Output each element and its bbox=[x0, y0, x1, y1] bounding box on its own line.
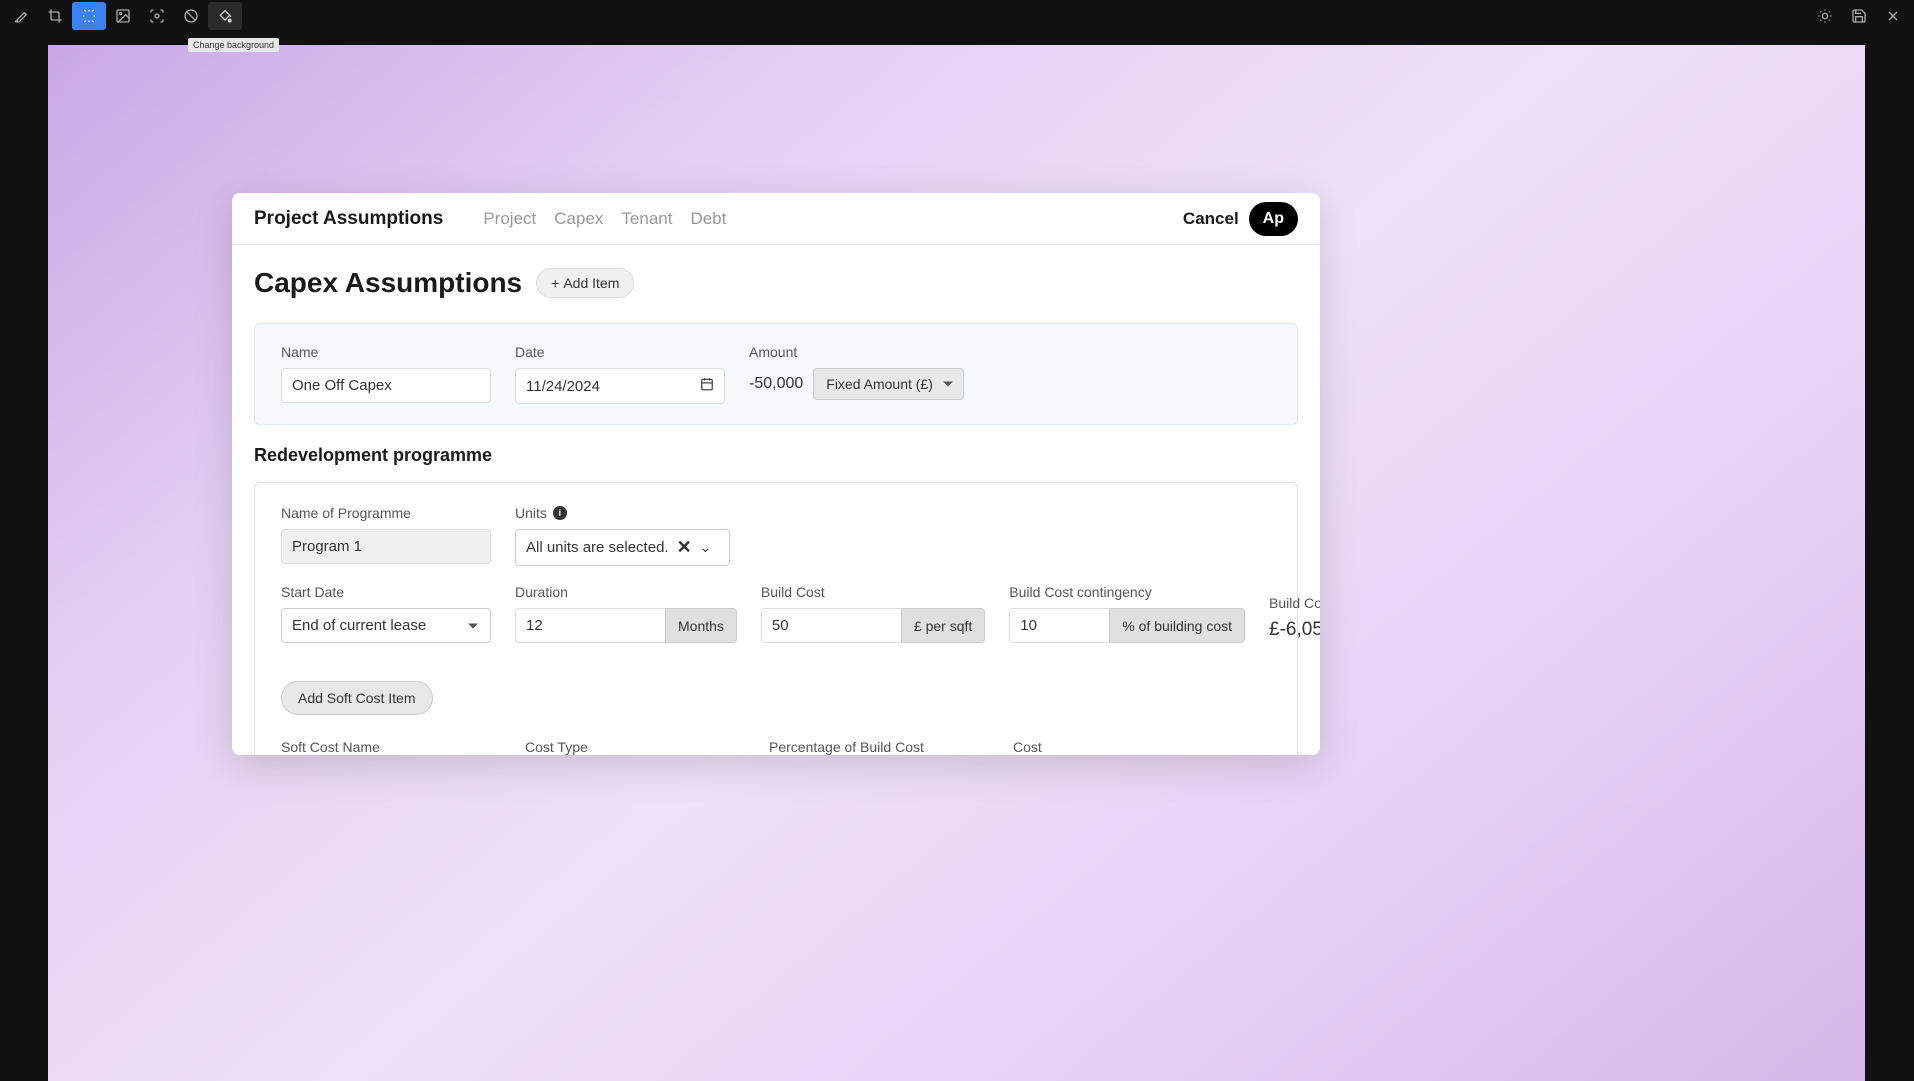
build-cost-group: Build Cost £ per sqft bbox=[761, 584, 985, 643]
clear-icon[interactable]: ✕ bbox=[677, 537, 692, 558]
toolbar-left-group bbox=[4, 2, 242, 30]
theme-toggle-icon[interactable] bbox=[1808, 2, 1842, 30]
units-label: Units bbox=[515, 505, 547, 521]
build-cost-label: Build Cost bbox=[761, 584, 985, 600]
build-cost-suffix: £ per sqft bbox=[901, 608, 985, 643]
project-assumptions-modal: Project Assumptions Project Capex Tenant… bbox=[232, 193, 1320, 755]
tab-capex[interactable]: Capex bbox=[554, 209, 603, 229]
start-date-label: Start Date bbox=[281, 584, 491, 600]
duration-input[interactable] bbox=[515, 608, 665, 643]
modal-body: Capex Assumptions + Add Item Name Date 1… bbox=[232, 245, 1320, 755]
contingency-input[interactable] bbox=[1009, 608, 1109, 643]
units-label-row: Units i bbox=[515, 505, 730, 521]
redevelopment-title: Redevelopment programme bbox=[254, 445, 1298, 466]
duration-input-group: Months bbox=[515, 608, 737, 643]
soft-cost-headers: Soft Cost Name Cost Type Percentage of B… bbox=[281, 739, 1271, 755]
soft-cost-name-header: Soft Cost Name bbox=[281, 739, 501, 755]
save-icon[interactable] bbox=[1842, 2, 1876, 30]
amount-type-select[interactable]: Fixed Amount (£) bbox=[813, 368, 964, 400]
programme-name-label: Name of Programme bbox=[281, 505, 491, 521]
image-tool-icon[interactable] bbox=[106, 2, 140, 30]
cancel-button[interactable]: Cancel bbox=[1183, 209, 1239, 229]
soft-cost-cost-header: Cost bbox=[1013, 739, 1163, 755]
calendar-icon bbox=[700, 377, 714, 395]
toolbar-right-group bbox=[1808, 2, 1910, 30]
date-label: Date bbox=[515, 344, 725, 360]
name-group: Name bbox=[281, 344, 491, 404]
soft-cost-percentage-header: Percentage of Build Cost bbox=[769, 739, 989, 755]
section-title-row: Capex Assumptions + Add Item bbox=[254, 267, 1298, 299]
modal-header: Project Assumptions Project Capex Tenant… bbox=[232, 193, 1320, 245]
magic-tool-icon[interactable] bbox=[72, 2, 106, 30]
no-tool-icon[interactable] bbox=[174, 2, 208, 30]
units-group: Units i All units are selected. ✕ ⌄ bbox=[515, 505, 730, 566]
amount-group: Amount -50,000 Fixed Amount (£) bbox=[749, 344, 964, 404]
date-value: 11/24/2024 bbox=[526, 378, 600, 395]
apply-button[interactable]: Ap bbox=[1249, 202, 1298, 236]
date-group: Date 11/24/2024 bbox=[515, 344, 725, 404]
build-cost-input-group: £ per sqft bbox=[761, 608, 985, 643]
amount-label: Amount bbox=[749, 344, 964, 360]
tab-tenant[interactable]: Tenant bbox=[621, 209, 672, 229]
amount-row: -50,000 Fixed Amount (£) bbox=[749, 368, 964, 400]
plus-icon: + bbox=[551, 275, 559, 291]
capex-form-row: Name Date 11/24/2024 Amount bbox=[281, 344, 1271, 404]
total-build-cost-group: Build Cost £-6,057,865.00 bbox=[1269, 595, 1320, 643]
programme-row-1: Name of Programme Units i All units are … bbox=[281, 505, 1271, 566]
chevron-down-icon: ⌄ bbox=[700, 539, 712, 556]
build-cost-input[interactable] bbox=[761, 608, 901, 643]
date-input[interactable]: 11/24/2024 bbox=[515, 368, 725, 404]
programme-row-2: Start Date End of current lease Duration… bbox=[281, 584, 1271, 643]
start-date-group: Start Date End of current lease bbox=[281, 584, 491, 643]
start-date-select[interactable]: End of current lease bbox=[281, 608, 491, 643]
soft-cost-type-header: Cost Type bbox=[525, 739, 745, 755]
duration-suffix: Months bbox=[665, 608, 737, 643]
programme-card: Name of Programme Units i All units are … bbox=[254, 482, 1298, 755]
programme-name-input[interactable] bbox=[281, 529, 491, 564]
contingency-input-group: % of building cost bbox=[1009, 608, 1245, 643]
tab-debt[interactable]: Debt bbox=[690, 209, 726, 229]
focus-tool-icon[interactable] bbox=[140, 2, 174, 30]
section-title: Capex Assumptions bbox=[254, 267, 522, 299]
name-input[interactable] bbox=[281, 368, 491, 403]
close-icon[interactable] bbox=[1876, 2, 1910, 30]
add-soft-cost-button[interactable]: Add Soft Cost Item bbox=[281, 681, 433, 715]
tooltip: Change background bbox=[188, 38, 279, 52]
amount-value: -50,000 bbox=[749, 375, 803, 393]
contingency-suffix: % of building cost bbox=[1109, 608, 1245, 643]
duration-label: Duration bbox=[515, 584, 737, 600]
tabs-group: Project Capex Tenant Debt bbox=[483, 209, 1183, 229]
pen-tool-icon[interactable] bbox=[4, 2, 38, 30]
editor-toolbar bbox=[0, 0, 1914, 31]
total-label: Build Cost bbox=[1269, 595, 1320, 611]
background-tool-icon[interactable] bbox=[208, 2, 242, 30]
name-label: Name bbox=[281, 344, 491, 360]
contingency-group: Build Cost contingency % of building cos… bbox=[1009, 584, 1245, 643]
add-item-button[interactable]: + Add Item bbox=[536, 268, 634, 298]
capex-item-card: Name Date 11/24/2024 Amount bbox=[254, 323, 1298, 425]
programme-name-group: Name of Programme bbox=[281, 505, 491, 566]
canvas-area: Project Assumptions Project Capex Tenant… bbox=[48, 45, 1865, 1081]
units-value: All units are selected. bbox=[526, 539, 669, 556]
tab-project[interactable]: Project bbox=[483, 209, 536, 229]
total-value: £-6,057,865.00 bbox=[1269, 619, 1320, 641]
info-icon: i bbox=[553, 506, 567, 520]
crop-tool-icon[interactable] bbox=[38, 2, 72, 30]
modal-title: Project Assumptions bbox=[254, 208, 443, 230]
header-actions: Cancel Ap bbox=[1183, 202, 1298, 236]
contingency-label: Build Cost contingency bbox=[1009, 584, 1245, 600]
units-select[interactable]: All units are selected. ✕ ⌄ bbox=[515, 529, 730, 566]
duration-group: Duration Months bbox=[515, 584, 737, 643]
add-item-label: Add Item bbox=[563, 275, 619, 291]
